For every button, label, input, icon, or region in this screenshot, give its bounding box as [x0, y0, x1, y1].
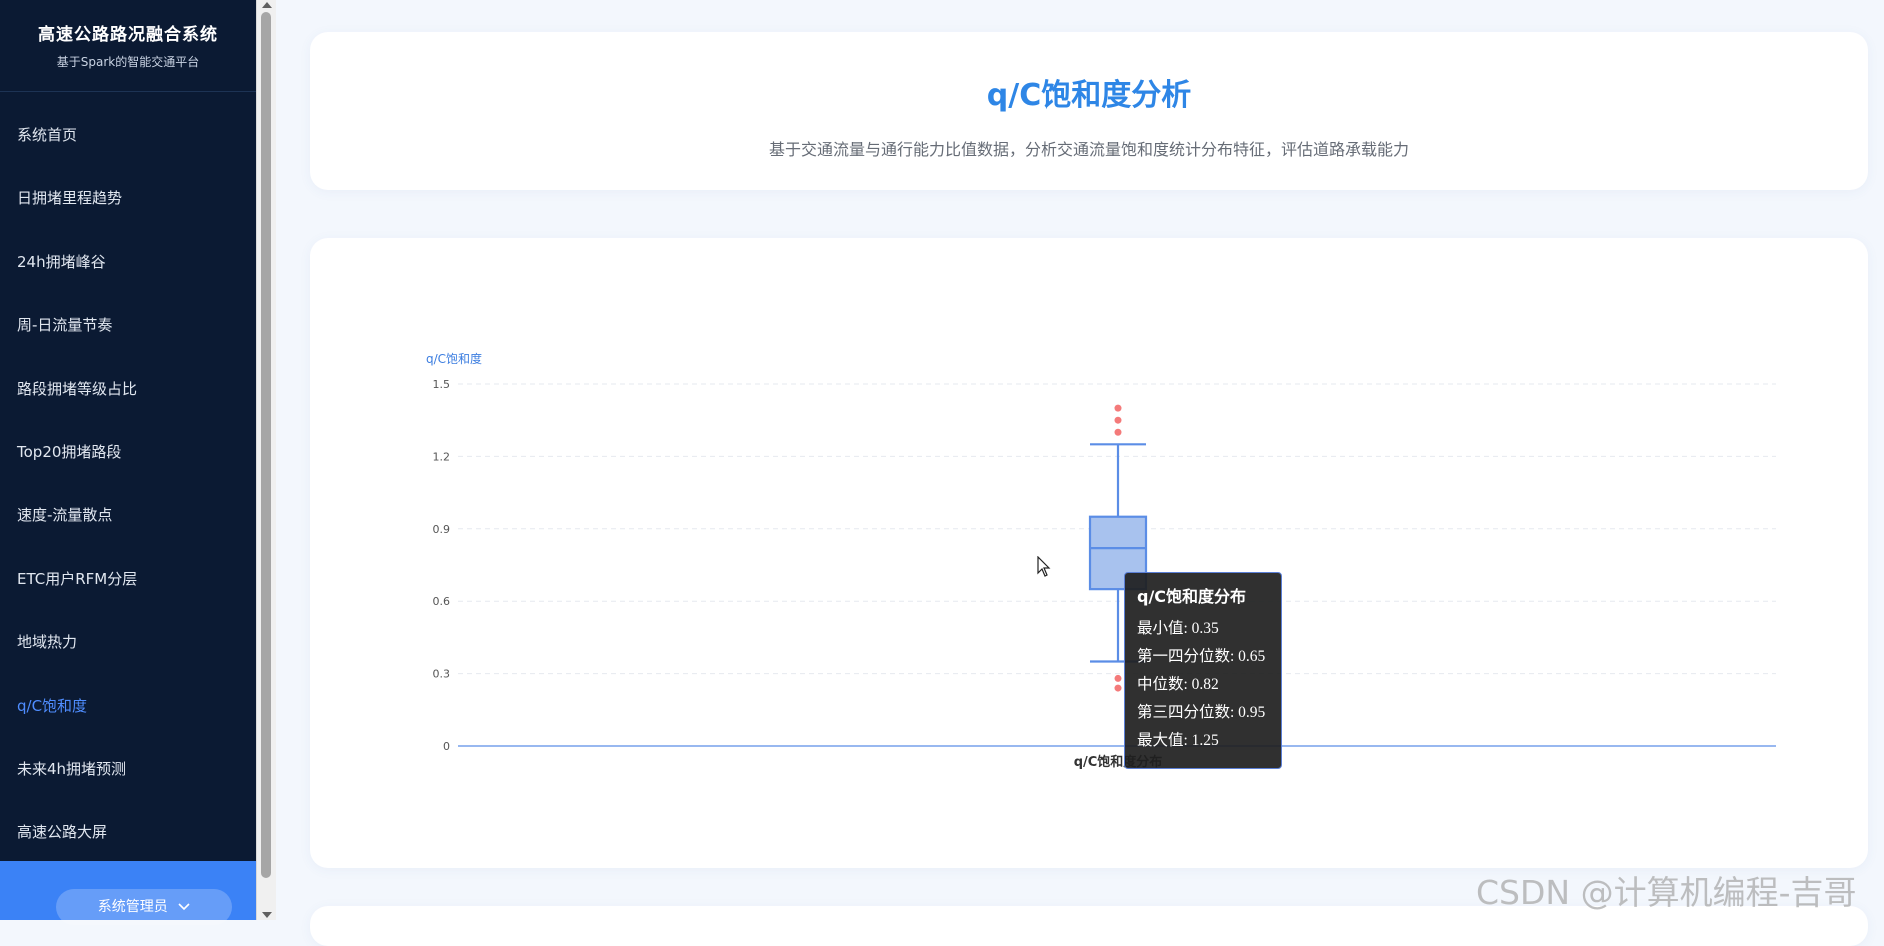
outlier-point — [1114, 416, 1122, 424]
sidebar-item[interactable]: 地域热力 — [0, 611, 256, 674]
sidebar-item[interactable]: 速度-流量散点 — [0, 484, 256, 547]
scroll-up-icon[interactable] — [262, 2, 272, 8]
sidebar-item[interactable]: 路段拥堵等级占比 — [0, 358, 256, 421]
sidebar: 高速公路路况融合系统 基于Spark的智能交通平台 系统首页 日拥堵里程趋势 24h… — [0, 0, 256, 925]
page-scrollbar[interactable] — [256, 0, 276, 920]
y-tick-label: 0 — [443, 740, 450, 753]
y-tick-label: 0.9 — [433, 523, 451, 536]
sidebar-item[interactable]: 未来4h拥堵预测 — [0, 738, 256, 801]
outlier-point — [1114, 428, 1122, 436]
app-title: 高速公路路况融合系统 — [38, 25, 218, 45]
header-card: q/C饱和度分析 基于交通流量与通行能力比值数据，分析交通流量饱和度统计分布特征… — [310, 32, 1868, 190]
boxplot-chart[interactable]: q/C饱和度 0 0.3 0.6 0.9 1.2 1.5 q/C饱和度分布 — [310, 238, 1868, 868]
sidebar-item[interactable]: 24h拥堵峰谷 — [0, 231, 256, 294]
sidebar-item[interactable]: ETC用户RFM分层 — [0, 548, 256, 611]
tooltip-row-q1: 第一四分位数: 0.65 — [1137, 648, 1266, 665]
outlier-point — [1114, 404, 1122, 412]
scroll-down-icon[interactable] — [262, 912, 272, 918]
tooltip-row-q3: 第三四分位数: 0.95 — [1137, 704, 1266, 721]
sidebar-item[interactable]: q/C饱和度 — [0, 675, 256, 738]
user-name: 系统管理员 — [97, 899, 168, 915]
y-tick-label: 1.5 — [433, 378, 451, 391]
y-tick-label: 1.2 — [433, 450, 451, 463]
y-tick-label: 0.3 — [433, 668, 451, 681]
outlier-point — [1114, 674, 1122, 682]
nav-menu: 系统首页 日拥堵里程趋势 24h拥堵峰谷 周-日流量节奏 路段拥堵等级占比 Top20拥堵… — [0, 104, 256, 865]
chart-tooltip: q/C饱和度分布 最小值: 0.35 第一四分位数: 0.65 中位数: 0.8… — [1124, 572, 1282, 769]
mouse-cursor-icon — [1037, 555, 1051, 582]
watermark: CSDN @计算机编程-吉哥 — [1476, 873, 1857, 912]
page-title: q/C饱和度分析 — [986, 78, 1192, 113]
scroll-thumb[interactable] — [261, 12, 271, 878]
sidebar-item[interactable]: 高速公路大屏 — [0, 801, 256, 864]
outlier-point — [1114, 684, 1122, 692]
y-axis-label: q/C饱和度 — [426, 351, 482, 366]
sidebar-footer: 系统管理员 — [0, 861, 256, 925]
sidebar-item[interactable]: 系统首页 — [0, 104, 256, 167]
y-tick-label: 0.6 — [433, 595, 451, 608]
app-subtitle: 基于Spark的智能交通平台 — [56, 55, 200, 69]
tooltip-row-min: 最小值: 0.35 — [1137, 620, 1219, 637]
tooltip-title: q/C饱和度分布 — [1137, 587, 1247, 606]
tooltip-row-max: 最大值: 1.25 — [1137, 732, 1219, 749]
page-description: 基于交通流量与通行能力比值数据，分析交通流量饱和度统计分布特征，评估道路承载能力 — [768, 140, 1409, 159]
sidebar-item[interactable]: 日拥堵里程趋势 — [0, 167, 256, 230]
brand: 高速公路路况融合系统 基于Spark的智能交通平台 — [0, 0, 256, 92]
tooltip-row-median: 中位数: 0.82 — [1137, 676, 1219, 693]
sidebar-item[interactable]: Top20拥堵路段 — [0, 421, 256, 484]
chart-card: q/C饱和度 0 0.3 0.6 0.9 1.2 1.5 q/C饱和度分布 — [310, 238, 1868, 868]
sidebar-item[interactable]: 周-日流量节奏 — [0, 294, 256, 357]
